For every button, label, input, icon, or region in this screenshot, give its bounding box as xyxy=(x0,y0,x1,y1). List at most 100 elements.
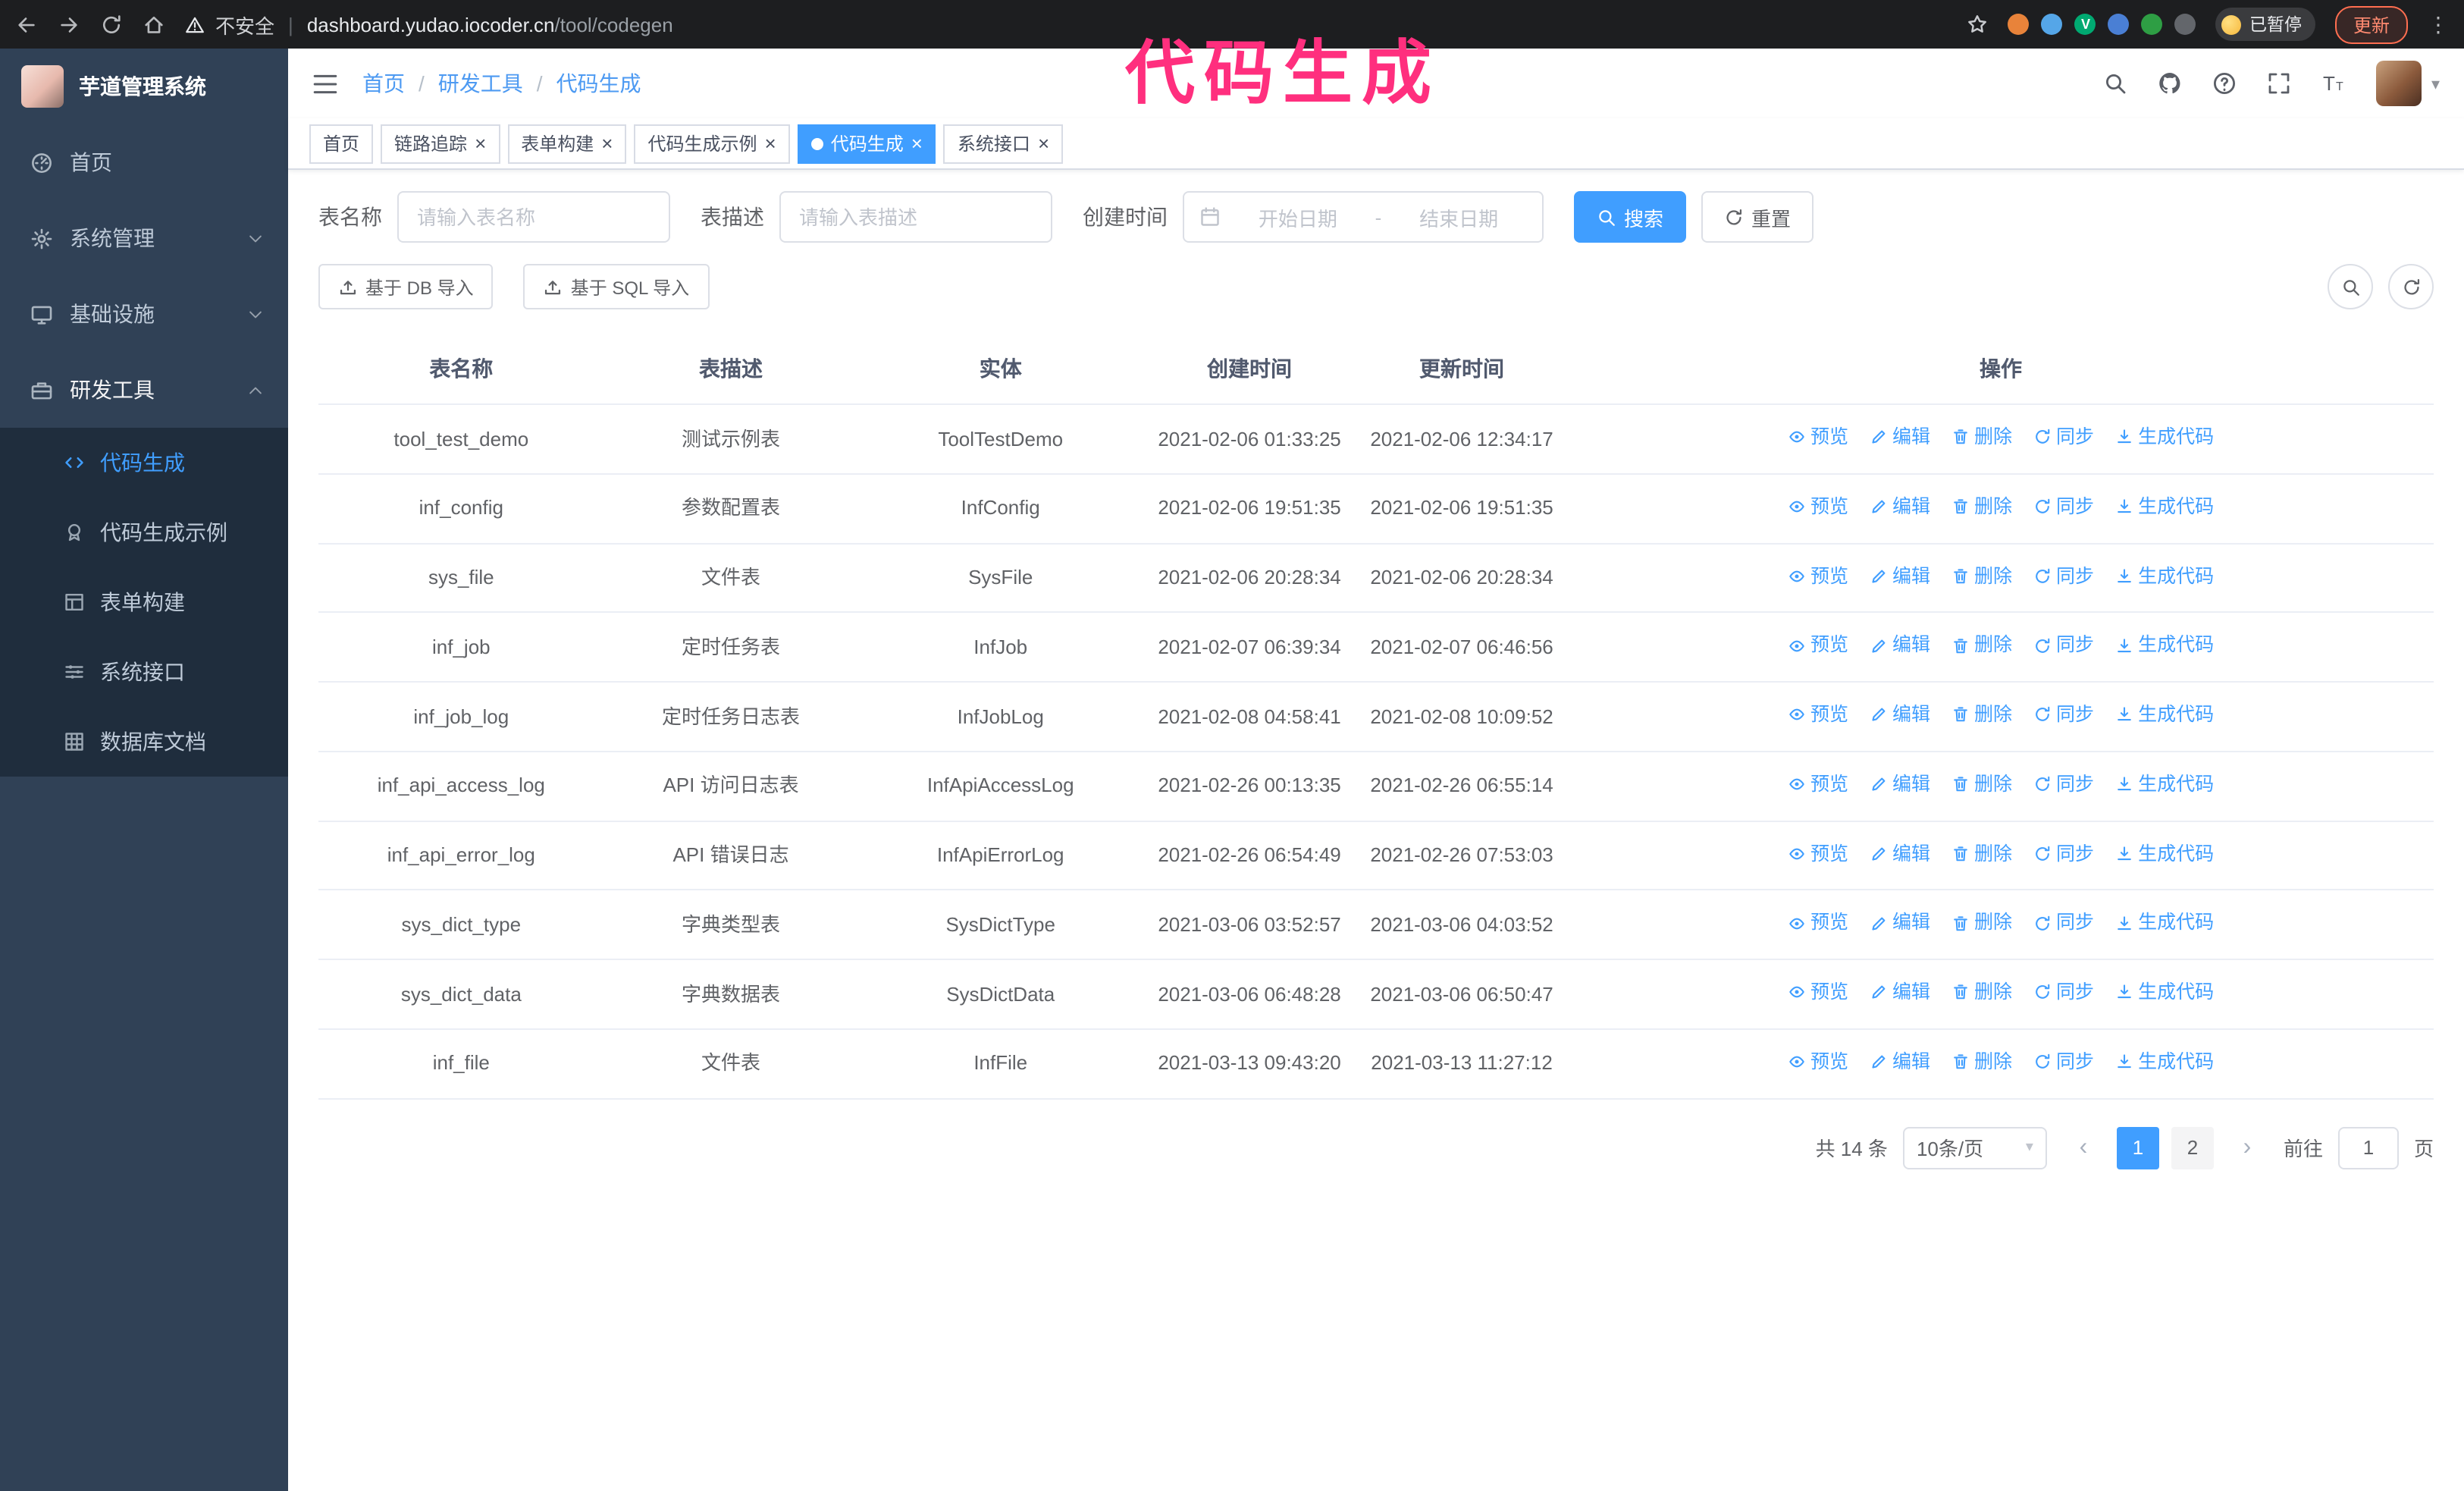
font-size-icon[interactable]: TT xyxy=(2322,71,2346,96)
action-generate-link[interactable]: 生成代码 xyxy=(2115,977,2214,1008)
search-button[interactable]: 搜索 xyxy=(1574,191,1687,243)
extension-icon-green-v[interactable]: V xyxy=(2074,14,2096,35)
action-edit-link[interactable]: 编辑 xyxy=(1870,560,1930,592)
bookmark-star-icon[interactable] xyxy=(1967,14,1989,35)
app-logo[interactable]: 芋道管理系统 xyxy=(0,49,288,124)
close-tab-icon[interactable]: × xyxy=(475,133,486,153)
toggle-search-button[interactable] xyxy=(2328,264,2373,309)
breadcrumb-item[interactable]: 代码生成 xyxy=(556,68,641,99)
breadcrumb-item[interactable]: 首页 xyxy=(362,68,405,99)
action-delete-link[interactable]: 删除 xyxy=(1951,908,2012,939)
action-preview-link[interactable]: 预览 xyxy=(1788,560,1848,592)
extension-icon-blue[interactable] xyxy=(2041,14,2063,35)
refresh-table-button[interactable] xyxy=(2388,264,2434,309)
page-button-2[interactable]: 2 xyxy=(2171,1126,2214,1169)
action-edit-link[interactable]: 编辑 xyxy=(1870,908,1930,939)
browser-back-icon[interactable] xyxy=(15,13,38,36)
action-generate-link[interactable]: 生成代码 xyxy=(2115,838,2214,869)
action-sync-link[interactable]: 同步 xyxy=(2033,769,2094,800)
action-sync-link[interactable]: 同步 xyxy=(2033,560,2094,592)
sidebar-item-home[interactable]: 首页 xyxy=(0,124,288,200)
sidebar-subitem-system-api[interactable]: 系统接口 xyxy=(0,637,288,707)
action-sync-link[interactable]: 同步 xyxy=(2033,838,2094,869)
action-preview-link[interactable]: 预览 xyxy=(1788,630,1848,661)
close-tab-icon[interactable]: × xyxy=(911,133,923,153)
extension-icon-puzzle[interactable] xyxy=(2174,14,2196,35)
tab-代码生成示例[interactable]: 代码生成示例 × xyxy=(634,124,790,163)
extension-icon-indigo[interactable] xyxy=(2108,14,2130,35)
action-edit-link[interactable]: 编辑 xyxy=(1870,838,1930,869)
sidebar-subitem-db-doc[interactable]: 数据库文档 xyxy=(0,707,288,777)
action-delete-link[interactable]: 删除 xyxy=(1951,630,2012,661)
action-preview-link[interactable]: 预览 xyxy=(1788,491,1848,523)
user-avatar[interactable] xyxy=(2376,61,2422,106)
paused-badge[interactable]: 已暂停 xyxy=(2215,8,2315,41)
action-delete-link[interactable]: 删除 xyxy=(1951,560,2012,592)
action-preview-link[interactable]: 预览 xyxy=(1788,769,1848,800)
browser-update-button[interactable]: 更新 xyxy=(2334,5,2408,43)
extension-icon-orange[interactable] xyxy=(2008,14,2030,35)
action-sync-link[interactable]: 同步 xyxy=(2033,422,2094,453)
tab-首页[interactable]: 首页 xyxy=(309,124,374,163)
sidebar-subitem-codegen-example[interactable]: 代码生成示例 xyxy=(0,498,288,567)
sidebar-item-system[interactable]: 系统管理 xyxy=(0,200,288,276)
close-tab-icon[interactable]: × xyxy=(601,133,613,153)
browser-forward-icon[interactable] xyxy=(58,13,80,36)
action-generate-link[interactable]: 生成代码 xyxy=(2115,699,2214,730)
breadcrumb-item[interactable]: 研发工具 xyxy=(438,68,523,99)
action-generate-link[interactable]: 生成代码 xyxy=(2115,560,2214,592)
action-generate-link[interactable]: 生成代码 xyxy=(2115,1047,2214,1078)
page-size-select[interactable]: 10条/页 ▾ xyxy=(1902,1126,2047,1169)
next-page-button[interactable]: › xyxy=(2225,1126,2268,1169)
tab-表单构建[interactable]: 表单构建 × xyxy=(507,124,627,163)
action-sync-link[interactable]: 同步 xyxy=(2033,699,2094,730)
browser-menu-icon[interactable]: ⋮ xyxy=(2428,11,2449,37)
address-bar[interactable]: 不安全 | dashboard.yudao.iocoder.cn/tool/co… xyxy=(185,10,1989,39)
action-preview-link[interactable]: 预览 xyxy=(1788,1047,1848,1078)
action-delete-link[interactable]: 删除 xyxy=(1951,491,2012,523)
page-button-1[interactable]: 1 xyxy=(2116,1126,2159,1169)
action-sync-link[interactable]: 同步 xyxy=(2033,977,2094,1008)
action-preview-link[interactable]: 预览 xyxy=(1788,699,1848,730)
action-sync-link[interactable]: 同步 xyxy=(2033,491,2094,523)
action-sync-link[interactable]: 同步 xyxy=(2033,908,2094,939)
action-edit-link[interactable]: 编辑 xyxy=(1870,699,1930,730)
close-tab-icon[interactable]: × xyxy=(1038,133,1049,153)
collapse-sidebar-icon[interactable] xyxy=(312,71,338,96)
action-preview-link[interactable]: 预览 xyxy=(1788,908,1848,939)
action-preview-link[interactable]: 预览 xyxy=(1788,422,1848,453)
github-icon[interactable] xyxy=(2158,71,2183,96)
action-preview-link[interactable]: 预览 xyxy=(1788,838,1848,869)
reset-button[interactable]: 重置 xyxy=(1701,191,1814,243)
action-delete-link[interactable]: 删除 xyxy=(1951,422,2012,453)
action-edit-link[interactable]: 编辑 xyxy=(1870,630,1930,661)
action-sync-link[interactable]: 同步 xyxy=(2033,630,2094,661)
tab-系统接口[interactable]: 系统接口 × xyxy=(943,124,1064,163)
user-menu[interactable]: ▾ xyxy=(2376,61,2440,106)
date-range-picker[interactable]: 开始日期 - 结束日期 xyxy=(1183,191,1544,243)
action-delete-link[interactable]: 删除 xyxy=(1951,699,2012,730)
help-icon[interactable] xyxy=(2213,71,2237,96)
extension-icon-leaf[interactable] xyxy=(2141,14,2163,35)
browser-home-icon[interactable] xyxy=(143,13,165,36)
action-sync-link[interactable]: 同步 xyxy=(2033,1047,2094,1078)
import-sql-button[interactable]: 基于 SQL 导入 xyxy=(523,264,710,309)
goto-page-input[interactable] xyxy=(2337,1126,2399,1169)
action-delete-link[interactable]: 删除 xyxy=(1951,769,2012,800)
action-generate-link[interactable]: 生成代码 xyxy=(2115,769,2214,800)
import-db-button[interactable]: 基于 DB 导入 xyxy=(318,264,494,309)
action-edit-link[interactable]: 编辑 xyxy=(1870,977,1930,1008)
action-delete-link[interactable]: 删除 xyxy=(1951,838,2012,869)
fullscreen-icon[interactable] xyxy=(2268,71,2292,96)
action-edit-link[interactable]: 编辑 xyxy=(1870,1047,1930,1078)
search-icon[interactable] xyxy=(2104,71,2128,96)
tab-链路追踪[interactable]: 链路追踪 × xyxy=(381,124,500,163)
prev-page-button[interactable]: ‹ xyxy=(2061,1126,2105,1169)
action-generate-link[interactable]: 生成代码 xyxy=(2115,491,2214,523)
sidebar-subitem-codegen[interactable]: 代码生成 xyxy=(0,428,288,498)
tab-代码生成[interactable]: 代码生成 × xyxy=(797,124,936,163)
sidebar-item-devtools[interactable]: 研发工具 xyxy=(0,352,288,428)
sidebar-item-infra[interactable]: 基础设施 xyxy=(0,276,288,352)
action-generate-link[interactable]: 生成代码 xyxy=(2115,908,2214,939)
browser-reload-icon[interactable] xyxy=(100,13,123,36)
